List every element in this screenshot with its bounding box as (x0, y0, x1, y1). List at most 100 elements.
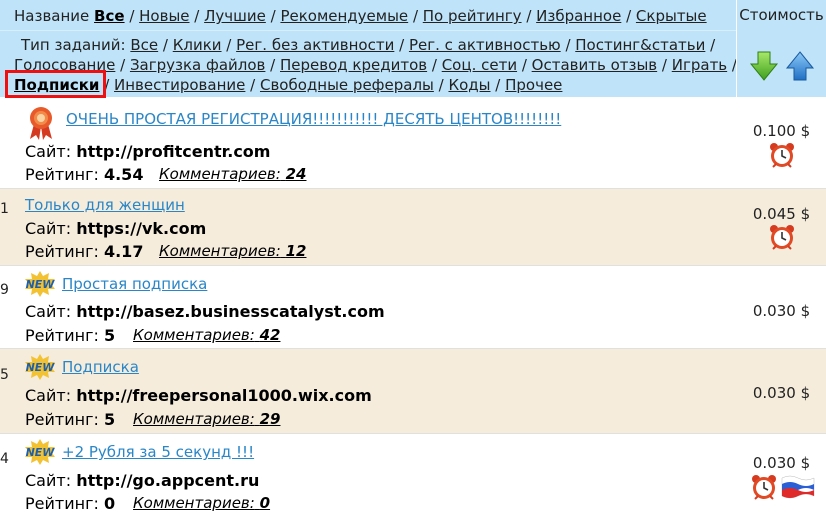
site-value: http://go.appcent.ru (76, 471, 260, 490)
table-header: Название Все / Новые / Лучшие / Рекоменд… (0, 0, 826, 98)
sort-link-hidden[interactable]: Скрытые (636, 7, 707, 25)
comments-count: 12 (285, 242, 307, 260)
task-title-link[interactable]: +2 Рубля за 5 секунд !!! (62, 443, 254, 461)
site-value: https://vk.com (76, 219, 207, 238)
task-site: Сайт: http://freepersonal1000.wix.com (25, 386, 372, 405)
type-link-posting[interactable]: Постинг&статьи (575, 36, 705, 54)
site-value: http://freepersonal1000.wix.com (76, 386, 372, 405)
site-value: http://basez.businesscatalyst.com (76, 302, 385, 321)
task-title-link[interactable]: ОЧЕНЬ ПРОСТАЯ РЕГИСТРАЦИЯ!!!!!!!!!!! ДЕС… (66, 110, 561, 128)
comments-link[interactable]: Комментариев: 29 (133, 410, 280, 428)
comments-label: Комментариев: (159, 242, 281, 260)
site-value: http://profitcentr.com (76, 142, 271, 161)
new-badge-icon: NEW (25, 354, 56, 380)
task-title-link[interactable]: Простая подписка (62, 275, 207, 293)
alarm-clock-icon (752, 475, 776, 500)
comments-link[interactable]: Комментариев: 0 (133, 494, 270, 512)
svg-text:NEW: NEW (26, 278, 56, 291)
comments-link[interactable]: Комментариев: 12 (159, 242, 306, 260)
task-price: 0.045 $ (737, 189, 826, 265)
task-main: Только для женщин Сайт: https://vk.com Р… (11, 189, 736, 265)
site-label: Сайт: (25, 219, 72, 238)
award-ribbon-icon (30, 107, 52, 140)
russia-flag-icon (781, 475, 815, 499)
comments-link[interactable]: Комментариев: 24 (159, 165, 306, 183)
cost-label: Стоимость (739, 6, 824, 24)
type-link-play[interactable]: Играть (672, 56, 727, 74)
row-index: 9 (0, 282, 9, 298)
sort-link-best[interactable]: Лучшие (204, 7, 266, 25)
task-main: NEW +2 Рубля за 5 секунд !!! Сайт: http:… (11, 434, 736, 521)
svg-text:NEW: NEW (26, 361, 56, 374)
site-label: Сайт: (25, 142, 72, 161)
price-value: 0.100 $ (752, 122, 811, 140)
row-index: 1 (0, 201, 9, 217)
rating-value: 0 (103, 494, 116, 513)
comments-count: 29 (259, 410, 281, 428)
row-index: 5 (0, 367, 9, 383)
svg-text:NEW: NEW (26, 446, 56, 459)
price-value: 0.030 $ (752, 454, 811, 472)
task-title-link[interactable]: Подписка (62, 358, 139, 376)
alarm-clock-icon (770, 225, 794, 250)
task-row: 5 NEW Подписка Сайт: http://freepersonal… (0, 349, 826, 433)
sort-link-favorites[interactable]: Избранное (536, 7, 621, 25)
type-link-clicks[interactable]: Клики (173, 36, 222, 54)
task-price: 0.030 $ (737, 266, 826, 348)
type-link-reg-no-activity[interactable]: Рег. без активности (236, 36, 394, 54)
new-badge-icon: NEW (25, 439, 56, 465)
sort-link-new[interactable]: Новые (139, 7, 189, 25)
cost-header: Стоимость (737, 0, 826, 97)
sort-link-recommended[interactable]: Рекомендуемые (280, 7, 408, 25)
row-index: 4 (0, 451, 9, 467)
task-rating: Рейтинг: 5 (25, 326, 115, 345)
filters-header: Название Все / Новые / Лучшие / Рекоменд… (0, 0, 737, 98)
task-rating: Рейтинг: 4.54 (25, 165, 143, 184)
type-filter-row-2: Голосование / Загрузка файлов / Перевод … (14, 56, 737, 74)
name-label: Название (14, 7, 90, 25)
task-row: ОЧЕНЬ ПРОСТАЯ РЕГИСТРАЦИЯ!!!!!!!!!!! ДЕС… (0, 98, 826, 188)
task-row: 4 NEW +2 Рубля за 5 секунд !!! Сайт: htt… (0, 434, 826, 521)
price-value: 0.030 $ (752, 302, 811, 320)
rating-value: 4.17 (103, 242, 144, 261)
rating-value: 5 (103, 410, 116, 429)
comments-link[interactable]: Комментариев: 42 (133, 326, 280, 344)
comments-label: Комментариев: (133, 494, 255, 512)
rating-value: 5 (103, 326, 116, 345)
comments-label: Комментариев: (133, 410, 255, 428)
arrow-up-icon[interactable] (785, 50, 815, 82)
rating-label: Рейтинг: (25, 410, 99, 429)
task-main: ОЧЕНЬ ПРОСТАЯ РЕГИСТРАЦИЯ!!!!!!!!!!! ДЕС… (11, 98, 736, 188)
type-filter-row-1: Тип заданий: Все / Клики / Рег. без акти… (21, 36, 716, 54)
task-rating: Рейтинг: 0 (25, 494, 115, 513)
task-site: Сайт: http://profitcentr.com (25, 142, 270, 161)
arrow-down-icon[interactable] (749, 50, 779, 82)
type-link-codes[interactable]: Коды (448, 76, 490, 94)
task-main: NEW Простая подписка Сайт: http://basez.… (11, 266, 736, 348)
sort-bar: Название Все / Новые / Лучшие / Рекоменд… (14, 7, 707, 25)
task-rating: Рейтинг: 4.17 (25, 242, 143, 261)
task-site: Сайт: http://go.appcent.ru (25, 471, 259, 490)
type-link-credit-transfer[interactable]: Перевод кредитов (280, 56, 427, 74)
selected-type-highlight (5, 70, 106, 98)
sort-link-all[interactable]: Все (94, 7, 125, 25)
type-link-file-upload[interactable]: Загрузка файлов (130, 56, 265, 74)
type-link-all[interactable]: Все (130, 36, 158, 54)
comments-count: 0 (259, 494, 271, 512)
type-link-free-referrals[interactable]: Свободные рефералы (260, 76, 434, 94)
type-link-social[interactable]: Соц. сети (442, 56, 517, 74)
alarm-clock-icon (770, 143, 794, 168)
rating-label: Рейтинг: (25, 326, 99, 345)
task-price: 0.030 $ (737, 349, 826, 433)
sort-link-by-rating[interactable]: По рейтингу (423, 7, 522, 25)
task-title-link[interactable]: Только для женщин (25, 196, 185, 214)
rating-value: 4.54 (103, 165, 144, 184)
type-link-investing[interactable]: Инвестирование (114, 76, 245, 94)
task-price: 0.100 $ (737, 98, 826, 188)
sort-arrows (749, 50, 819, 82)
type-link-reg-activity[interactable]: Рег. с активностью (409, 36, 561, 54)
type-link-review[interactable]: Оставить отзыв (532, 56, 658, 74)
type-link-other[interactable]: Прочее (505, 76, 562, 94)
task-rating: Рейтинг: 5 (25, 410, 115, 429)
site-label: Сайт: (25, 302, 72, 321)
